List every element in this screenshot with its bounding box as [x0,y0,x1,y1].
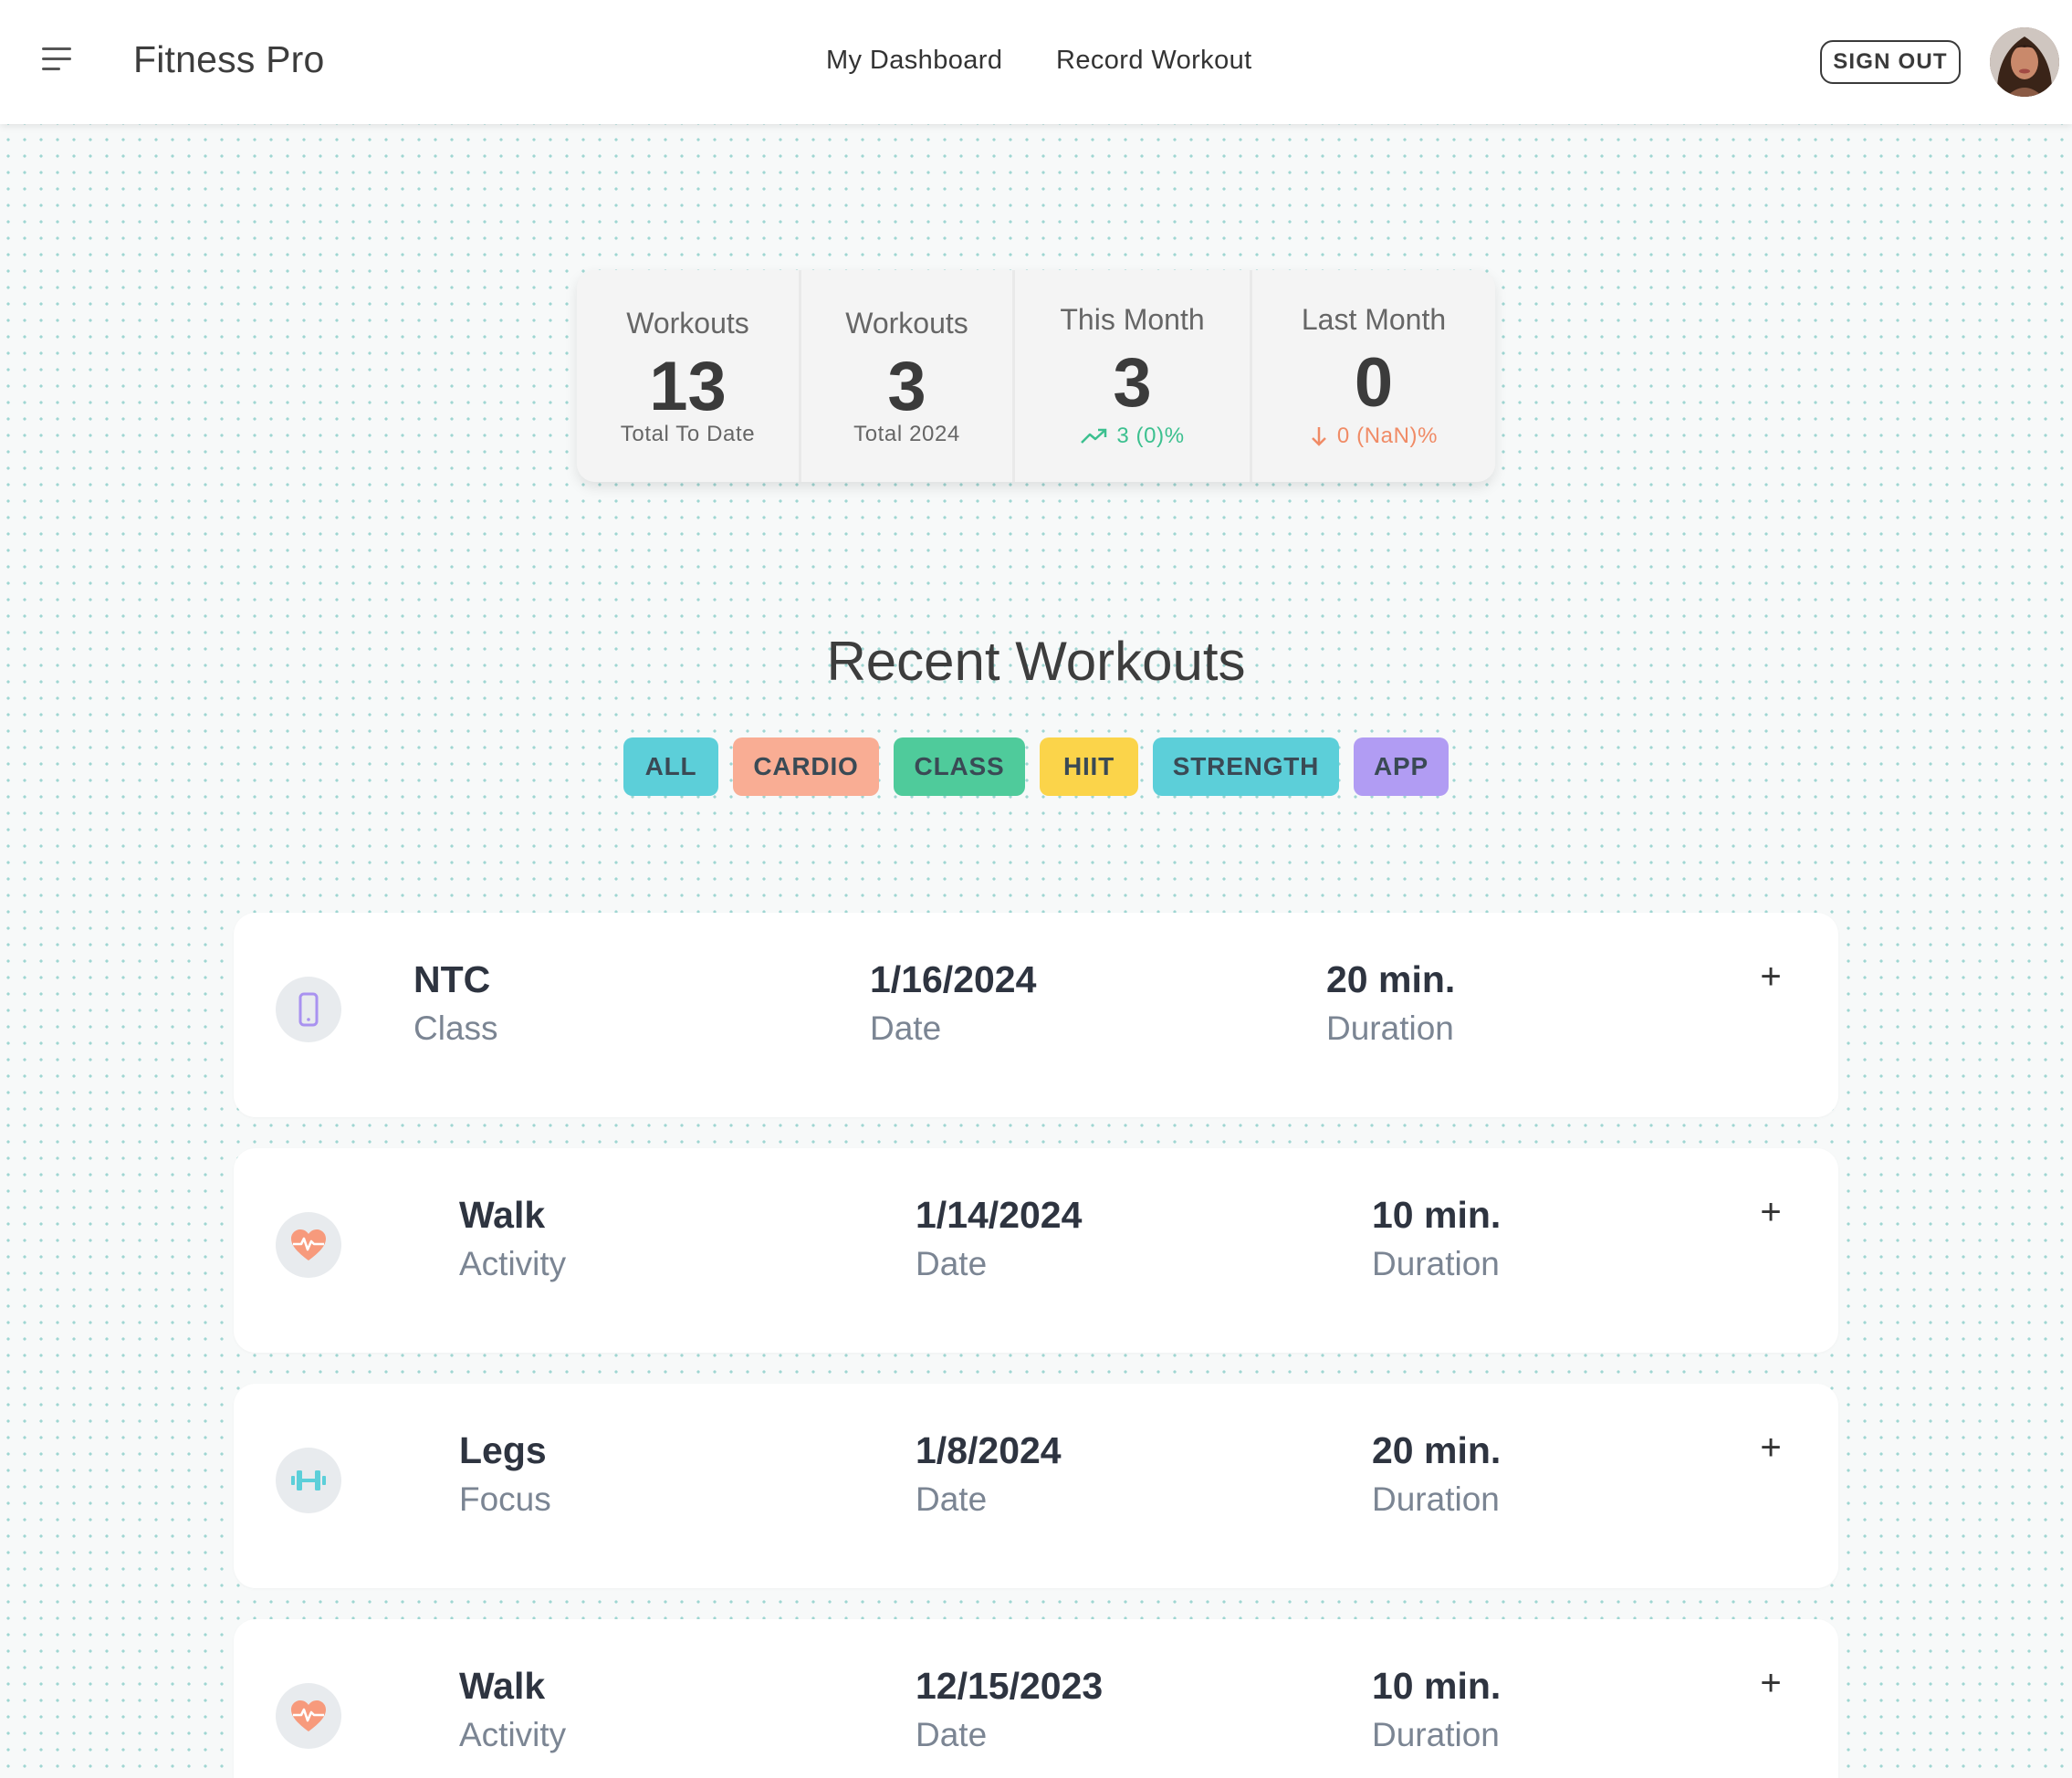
workout-duration: 20 min. [1326,958,1456,1000]
workout-duration: 20 min. [1372,1429,1502,1471]
workout-date: 1/8/2024 [916,1429,1062,1471]
stat-label: Workouts [626,307,749,340]
workout-name-label: Class [413,1009,498,1047]
phone-icon [276,977,341,1042]
workout-card[interactable]: NTC Class 1/16/2024 Date 20 min. Duratio… [234,913,1838,1117]
workout-date-label: Date [916,1245,988,1282]
sign-out-button[interactable]: SIGN OUT [1820,40,1961,84]
user-avatar[interactable] [1990,27,2059,97]
stat-card-year: Workouts 3 Total 2024 [801,270,1015,482]
stat-change-text: 0 (NaN)% [1336,424,1439,448]
stat-sub: Total To Date [620,422,756,446]
heart-pulse-icon [276,1212,341,1278]
workout-date: 1/16/2024 [870,958,1037,1000]
workout-date-label: Date [916,1480,988,1518]
workout-name: Walk [459,1665,546,1707]
filter-hiit[interactable]: HIIT [1040,737,1138,796]
stat-sub: Total 2024 [853,422,960,446]
workout-card[interactable]: Walk Activity 12/15/2023 Date 10 min. Du… [234,1619,1838,1778]
stat-value: 3 [1113,344,1152,422]
filter-class[interactable]: CLASS [894,737,1025,796]
filter-strength[interactable]: STRENGTH [1153,737,1339,796]
stat-card-last-month: Last Month 0 0 (NaN)% [1252,270,1495,482]
workout-date: 12/15/2023 [916,1665,1104,1707]
stat-change: 0 (NaN)% [1252,424,1495,449]
arrow-down-icon [1312,427,1326,446]
expand-plus-icon[interactable]: + [1753,1665,1789,1701]
stat-value: 0 [1354,344,1394,422]
workout-duration: 10 min. [1372,1194,1502,1236]
workout-name-label: Activity [459,1716,567,1753]
stat-value: 3 [887,348,926,425]
workout-duration-label: Duration [1372,1716,1500,1753]
filter-app[interactable]: APP [1354,737,1449,796]
filter-cardio[interactable]: CARDIO [733,737,879,796]
workout-duration-label: Duration [1372,1480,1500,1518]
stat-card-this-month: This Month 3 3 (0)% [1015,270,1252,482]
expand-plus-icon[interactable]: + [1753,1194,1789,1230]
stats-summary: Workouts 13 Total To Date Workouts 3 Tot… [577,270,1495,482]
workout-duration-label: Duration [1326,1009,1454,1047]
stat-value: 13 [649,348,727,425]
nav-my-dashboard[interactable]: My Dashboard [826,46,1002,76]
app-title: Fitness Pro [133,38,325,80]
menu-icon[interactable] [42,47,75,75]
stat-label: Last Month [1301,303,1447,336]
workout-name-label: Activity [459,1245,567,1282]
filter-all[interactable]: ALL [623,737,718,796]
workout-duration: 10 min. [1372,1665,1502,1707]
workout-card[interactable]: Legs Focus 1/8/2024 Date 20 min. Duratio… [234,1384,1838,1588]
trending-up-icon [1081,428,1107,444]
stat-label: Workouts [845,307,968,340]
section-title: Recent Workouts [826,631,1246,692]
workout-name: Legs [459,1429,547,1471]
workout-card[interactable]: Walk Activity 1/14/2024 Date 10 min. Dur… [234,1148,1838,1353]
dumbbell-icon [276,1448,341,1513]
stat-change: 3 (0)% [1015,424,1250,449]
workout-duration-label: Duration [1372,1245,1500,1282]
workout-name-label: Focus [459,1480,551,1518]
expand-plus-icon[interactable]: + [1753,958,1789,995]
heart-pulse-icon [276,1683,341,1749]
stat-label: This Month [1060,303,1205,336]
workout-name: NTC [413,958,491,1000]
workout-date-label: Date [916,1716,988,1753]
top-app-bar: Fitness Pro My Dashboard Record Workout … [0,0,2072,124]
stat-change-text: 3 (0)% [1116,424,1185,448]
workout-date-label: Date [870,1009,942,1047]
nav-record-workout[interactable]: Record Workout [1056,46,1252,76]
expand-plus-icon[interactable]: + [1753,1429,1789,1466]
workout-name: Walk [459,1194,546,1236]
workout-date: 1/14/2024 [916,1194,1083,1236]
stat-card-total: Workouts 13 Total To Date [577,270,801,482]
